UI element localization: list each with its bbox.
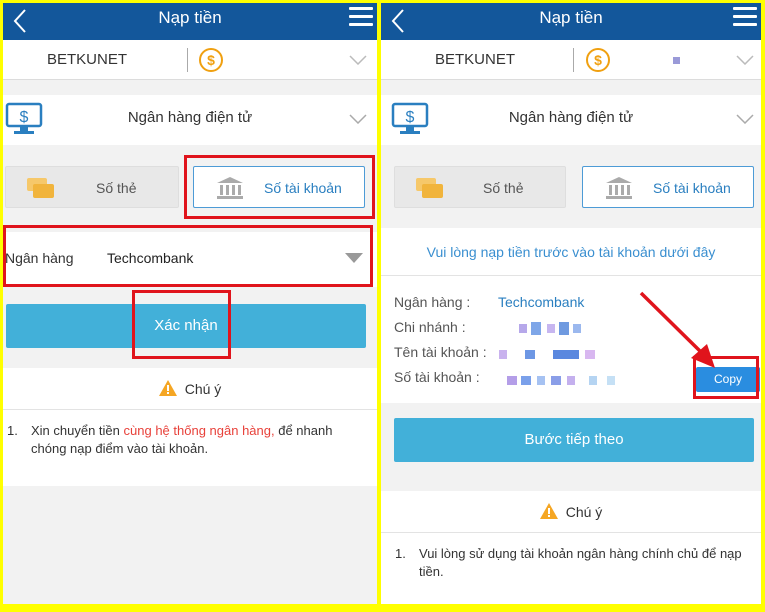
- info-row-account-name: Tên tài khoản :: [394, 344, 498, 360]
- menu-icon[interactable]: [733, 7, 757, 29]
- note-number: 1.: [7, 423, 18, 438]
- info-value-bank: Techcombank: [498, 294, 585, 310]
- page-title: Nạp tiền: [539, 8, 603, 27]
- divider: [187, 48, 188, 72]
- tab-card-label: Số thẻ: [96, 180, 137, 196]
- tab-card-number[interactable]: Số thẻ: [5, 166, 179, 208]
- note-section: Chú ý 1. Xin chuyển tiền cùng hệ thống n…: [3, 368, 377, 486]
- note-header: Chú ý: [3, 368, 377, 410]
- info-key: Chi nhánh :: [394, 319, 466, 335]
- payment-method-selector[interactable]: $ Ngân hàng điện tử: [3, 95, 377, 145]
- note-text: Vui lòng sử dụng tài khoản ngân hàng chí…: [419, 546, 742, 579]
- note-item: 1. Vui lòng sử dụng tài khoản ngân hàng …: [381, 533, 761, 581]
- left-panel: Nạp tiền BETKUNET $ $ Ngân hàng điện tử …: [3, 3, 377, 604]
- chevron-down-icon: [349, 114, 367, 124]
- card-icon: [416, 178, 443, 198]
- info-key: Tên tài khoản :: [394, 344, 487, 360]
- highlight-box-copy: [693, 356, 759, 399]
- note-item: 1. Xin chuyển tiền cùng hệ thống ngân hà…: [3, 410, 377, 458]
- header-bar: Nạp tiền: [3, 3, 377, 40]
- tab-card-number[interactable]: Số thẻ: [394, 166, 566, 208]
- tab-card-label: Số thẻ: [483, 180, 524, 196]
- payment-method-label: Ngân hàng điện tử: [127, 109, 253, 126]
- deposit-info-heading: Vui lòng nạp tiền trước vào tài khoản dư…: [381, 228, 761, 276]
- info-row-branch: Chi nhánh :: [394, 319, 498, 335]
- account-name: BETKUNET: [47, 51, 128, 68]
- note-text: Xin chuyển tiền cùng hệ thống ngân hàng,…: [31, 422, 369, 458]
- info-key: Ngân hàng :: [394, 294, 471, 310]
- info-row-account-number: Số tài khoản :: [394, 369, 498, 385]
- right-panel: Nạp tiền BETKUNET $ $ Ngân hàng điện tử …: [381, 3, 761, 604]
- tab-account-number[interactable]: Số tài khoản: [582, 166, 754, 208]
- divider: [573, 48, 574, 72]
- info-key: Số tài khoản :: [394, 369, 480, 385]
- tab-account-label: Số tài khoản: [653, 180, 731, 196]
- card-icon: [27, 178, 54, 198]
- note-text-start: Xin chuyển tiền: [31, 423, 124, 438]
- highlight-box-confirm: [132, 290, 231, 359]
- note-title: Chú ý: [184, 381, 222, 397]
- account-selector[interactable]: BETKUNET $: [381, 40, 761, 80]
- highlight-box-bank-select: [3, 225, 373, 287]
- account-name: BETKUNET: [435, 51, 516, 68]
- chevron-down-icon[interactable]: [736, 55, 754, 65]
- note-section: Chú ý 1. Vui lòng sử dụng tài khoản ngân…: [381, 491, 761, 604]
- warning-icon: [539, 503, 558, 519]
- bank-icon: [606, 177, 632, 199]
- menu-icon[interactable]: [349, 7, 373, 29]
- payment-method-label: Ngân hàng điện tử: [508, 109, 634, 126]
- next-step-button[interactable]: Bước tiếp theo: [394, 418, 754, 462]
- note-highlight: cùng hệ thống ngân hàng,: [123, 423, 275, 438]
- header-bar: Nạp tiền: [381, 3, 761, 40]
- payment-method-selector[interactable]: $ Ngân hàng điện tử: [381, 95, 761, 145]
- note-title: Chú ý: [565, 504, 603, 520]
- chevron-down-icon: [736, 114, 754, 124]
- account-selector[interactable]: BETKUNET $: [3, 40, 377, 80]
- page-title: Nạp tiền: [158, 8, 222, 27]
- note-number: 1.: [395, 546, 406, 561]
- info-row-bank: Ngân hàng : Techcombank: [394, 294, 584, 310]
- coin-icon: $: [586, 48, 610, 72]
- highlight-box-account-tab: [184, 155, 375, 219]
- chevron-down-icon[interactable]: [349, 55, 367, 65]
- coin-icon: $: [199, 48, 223, 72]
- balance-masked: [673, 57, 680, 64]
- warning-icon: [158, 380, 177, 396]
- note-header: Chú ý: [381, 491, 761, 533]
